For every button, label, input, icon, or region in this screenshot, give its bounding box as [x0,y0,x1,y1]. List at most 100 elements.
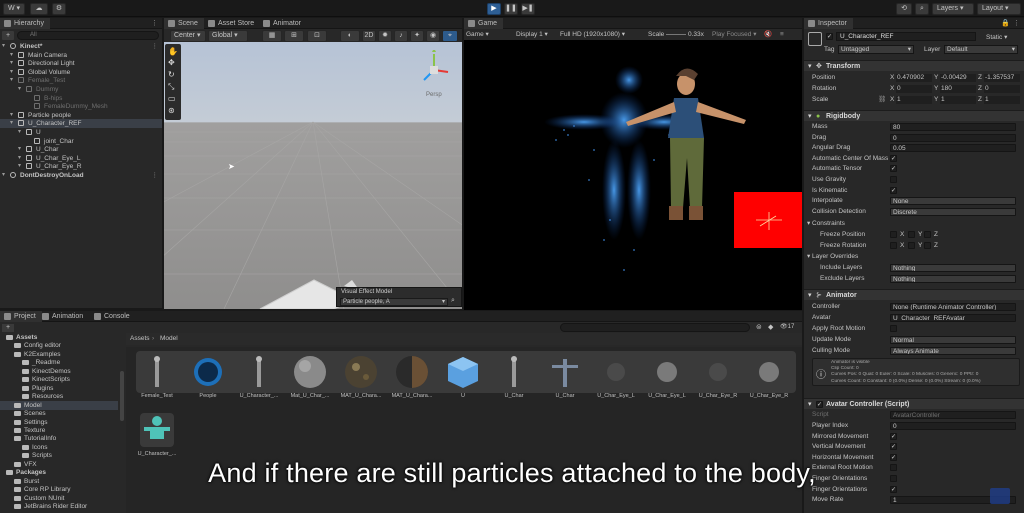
position-z-field[interactable]: -1.357537 [984,74,1020,82]
shading-button[interactable]: ◐ [340,30,360,42]
gizmos-toggle[interactable]: ⌖ [442,30,458,42]
search-button[interactable]: ⌕ [915,3,929,15]
resolution-dropdown[interactable]: Full HD (1920x1080) ▾ [560,29,625,40]
rotation-x-field[interactable]: 0 [896,85,932,93]
position-y-field[interactable]: -0.00429 [940,74,976,82]
move-tool-icon[interactable]: ✥ [168,58,175,67]
tab-hierarchy[interactable]: Hierarchy [0,18,50,29]
rect-tool-icon[interactable]: ▭ [168,94,176,103]
grid-snap-button[interactable]: ▦ [262,30,282,42]
active-checkbox[interactable]: ✓ [826,33,833,40]
layers-dropdown[interactable]: Layers ▾ [932,3,974,15]
tab-asset-store[interactable]: Asset Store [204,18,260,29]
avatar-controller-enabled-checkbox[interactable]: ✓ [816,401,823,408]
tab-project[interactable]: Project [0,311,42,322]
breadcrumb-model[interactable]: Model [160,333,178,345]
field-checkbox[interactable]: ✓ [890,432,897,440]
space-dropdown[interactable]: Global ▾ [208,30,248,42]
field-value[interactable]: Discrete [890,207,1016,216]
create-button[interactable]: + [2,31,14,40]
exclude-layers-dropdown[interactable]: Nothing [890,275,1016,283]
position-x-field[interactable]: 0.470902 [896,74,932,82]
project-search[interactable] [560,323,750,332]
panel-menu-icon[interactable]: ⋮ [1013,19,1020,27]
rotation-y-field[interactable]: 180 [940,85,976,93]
asset-tile[interactable]: U_Char_Eye_R [693,351,743,411]
breadcrumb-assets[interactable]: Assets [130,333,150,345]
freeze-pos-x-checkbox[interactable] [890,231,897,238]
audio-toggle[interactable]: ♪ [394,30,408,42]
account-dropdown[interactable]: W ▾ [3,3,25,15]
update-mode-dropdown[interactable]: Normal [890,336,1016,344]
layer-dropdown[interactable]: Default ▾ [944,45,1018,54]
layer-overrides-row[interactable]: ▾ Layer Overrides [804,252,1024,262]
search-icon[interactable]: ⌕ [451,297,455,305]
field-checkbox[interactable]: ✓ [890,443,897,451]
controller-field[interactable]: None (Runtime Animator Controller) [890,303,1016,311]
asset-tile[interactable]: U_Char_Eye_L [591,351,641,411]
display-dropdown[interactable]: Display 1 ▾ [516,29,548,40]
asset-tile[interactable]: U_Char_Eye_L [642,351,692,411]
orientation-gizmo[interactable] [416,50,452,90]
filter-icon[interactable]: ⊜ [756,323,762,331]
animator-header[interactable]: ▾ ⊱ Animator [804,289,1024,300]
create-asset-button[interactable]: + [2,324,14,332]
field-value[interactable]: 0.05 [890,144,1016,153]
field-value[interactable]: None [890,197,1016,206]
pause-button[interactable]: ❚❚ [504,3,518,15]
object-name-field[interactable]: U_Character_REF [836,32,976,41]
gizmo-button[interactable]: ⊡ [307,30,327,42]
field-checkbox[interactable]: ✓ [890,154,897,162]
hierarchy-item[interactable]: ▾ DontDestroyOnLoad ⋮ [0,171,162,180]
history-button[interactable]: ⟲ [896,3,912,15]
freeze-rot-x-checkbox[interactable] [890,242,897,249]
hand-tool-icon[interactable]: ✋ [168,47,178,56]
layout-dropdown[interactable]: Layout ▾ [977,3,1021,15]
pivot-dropdown[interactable]: Center ▾ [170,30,206,42]
scale-z-field[interactable]: 1 [984,96,1020,104]
effects-toggle[interactable]: ✦ [410,30,424,42]
play-focused-dropdown[interactable]: Play Focused ▾ [712,29,756,40]
asset-tile[interactable]: Female_Test [132,351,182,411]
constraints-row[interactable]: ▾ Constraints [804,219,1024,229]
2d-toggle[interactable]: 2D [362,30,376,42]
tab-inspector[interactable]: Inspector [804,18,853,29]
cloud-button[interactable]: ☁ [30,3,48,15]
mute-icon[interactable]: 🔇 [764,29,772,40]
asset-tile[interactable]: U_Char [489,351,539,411]
tree-scrollbar[interactable] [120,371,124,421]
freeze-pos-y-checkbox[interactable] [908,231,915,238]
asset-tile[interactable]: MAT_U_Chara... [387,351,437,411]
asset-tile[interactable]: MAT_U_Chara... [336,351,386,411]
step-button[interactable]: ▶❚ [521,3,535,15]
tab-animator[interactable]: Animator [259,18,307,29]
lighting-toggle[interactable]: ✹ [378,30,392,42]
field-checkbox[interactable] [890,176,897,183]
freeze-rot-z-checkbox[interactable] [924,242,931,249]
transform-tool-icon[interactable]: ⊛ [168,106,175,115]
project-folder-item[interactable]: JetBrains Rider Editor [0,502,118,511]
visibility-count[interactable]: 👁17 [780,323,794,330]
tab-console[interactable]: Console [90,311,136,322]
rotate-tool-icon[interactable]: ↻ [168,70,175,79]
avatar-field[interactable]: U_Character_REFAvatar [890,314,1016,322]
field-value[interactable]: 0 [890,133,1016,142]
scene-viewport[interactable]: ✋ ✥ ↻ ⤡ ▭ ⊛ Persp ➤ Visual Effect Model … [164,42,462,309]
link-icon[interactable]: ⛓ [878,95,886,105]
scene-menu-icon[interactable]: ⋮ [152,171,159,180]
hierarchy-search[interactable]: All [17,31,159,40]
expand-arrow-icon[interactable]: ▾ [2,171,5,180]
label-icon[interactable]: ◆ [768,323,773,331]
rigidbody-header[interactable]: ▾ ● Rigidbody [804,110,1024,121]
scale-y-field[interactable]: 1 [940,96,976,104]
game-viewport[interactable] [464,40,802,288]
field-value[interactable]: 80 [890,123,1016,131]
freeze-pos-z-checkbox[interactable] [924,231,931,238]
tab-game[interactable]: Game [464,18,504,29]
persp-label[interactable]: Persp [426,92,442,98]
asset-tile[interactable]: U [438,351,488,411]
asset-tile[interactable]: Mat_U_Char_... [285,351,335,411]
vfx-dropdown[interactable]: Particle people, A ▾ [340,298,448,306]
asset-tile[interactable]: U_Character_... [234,351,284,411]
rotation-z-field[interactable]: 0 [984,85,1020,93]
